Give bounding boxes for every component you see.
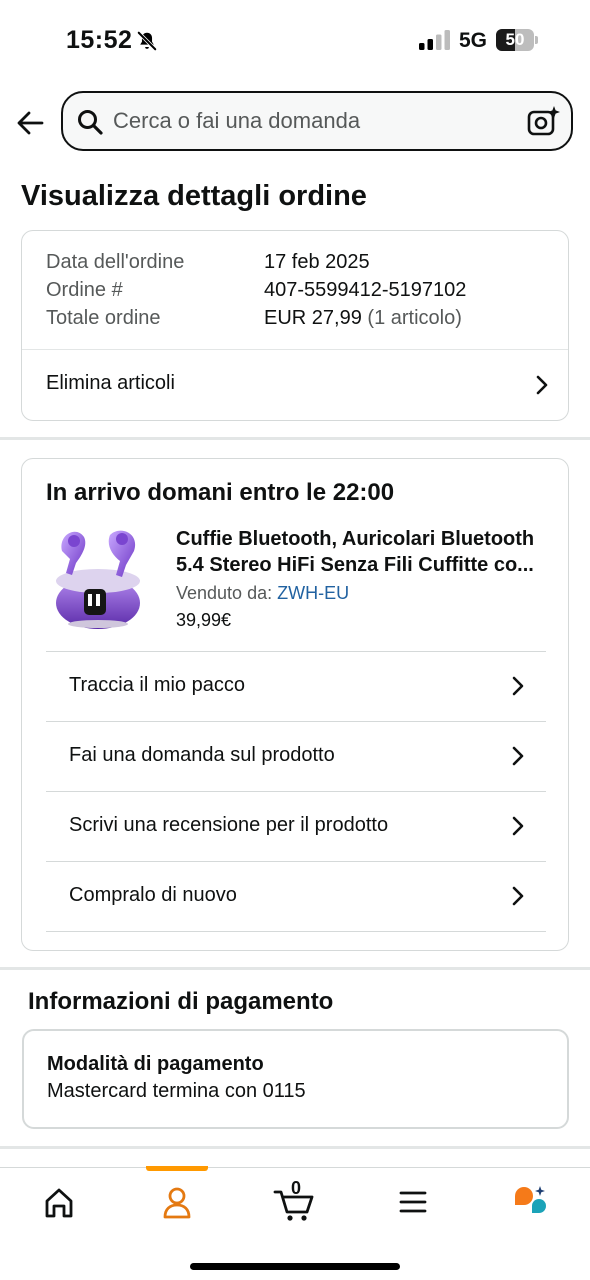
signal-icon [419, 30, 450, 50]
product-title-line-2: 5.4 Stereo HiFi Senza Fili Cuffitte co..… [176, 554, 534, 576]
search-icon [78, 110, 103, 135]
payment-method-card[interactable]: Modalità di pagamento Mastercard termina… [22, 1029, 569, 1129]
track-package-link[interactable]: Traccia il mio pacco [22, 652, 568, 721]
payment-heading: Informazioni di pagamento [28, 988, 334, 1015]
home-indicator [190, 1263, 400, 1270]
bell-slash-icon [137, 31, 157, 51]
battery-level: 50 [505, 30, 525, 49]
buy-again-link[interactable]: Compralo di nuovo [22, 862, 568, 931]
chevron-right-icon [536, 375, 548, 395]
buy-again-label: Compralo di nuovo [69, 884, 237, 906]
cart-count: 0 [290, 1178, 301, 1198]
delete-items-link[interactable]: Elimina articoli [22, 350, 568, 420]
payment-method-value: Mastercard termina con 0115 [47, 1080, 306, 1102]
chevron-right-icon [512, 816, 524, 836]
section-separator [0, 1146, 590, 1149]
ask-question-label: Fai una domanda sul prodotto [69, 744, 335, 766]
order-date-label: Data dell'ordine [46, 251, 185, 273]
cart-button[interactable]: 0 [265, 1178, 325, 1222]
ask-question-link[interactable]: Fai una domanda sul prodotto [22, 722, 568, 791]
shipment-card: In arrivo domani entro le 22:00 Cuffie B… [21, 458, 569, 951]
divider [46, 931, 546, 932]
order-summary-card: Data dell'ordine 17 feb 2025 Ordine # 40… [21, 230, 569, 421]
sold-by-label: Venduto da: [176, 583, 273, 603]
status-time: 15:52 [66, 26, 133, 54]
chevron-right-icon [512, 676, 524, 696]
battery-icon: 50 [496, 29, 538, 51]
payment-method-label: Modalità di pagamento [47, 1053, 264, 1075]
back-arrow-icon[interactable] [14, 106, 48, 140]
order-total-label: Totale ordine [46, 307, 161, 329]
product-title[interactable]: Cuffie Bluetooth, Auricolari Bluetooth 5… [176, 526, 548, 578]
assistant-icon[interactable] [501, 1182, 561, 1222]
network-type: 5G [459, 29, 488, 52]
section-separator [0, 967, 590, 970]
account-icon[interactable] [147, 1182, 207, 1222]
menu-icon[interactable] [383, 1182, 443, 1222]
chevron-right-icon [512, 886, 524, 906]
page-title: Visualizza dettagli ordine [21, 180, 367, 212]
chevron-right-icon [512, 746, 524, 766]
section-separator [0, 437, 590, 440]
order-total: EUR 27,99 (1 articolo) [264, 307, 462, 330]
delete-items-label: Elimina articoli [46, 372, 175, 394]
seller-link[interactable]: ZWH-EU [277, 583, 349, 603]
order-total-items: (1 articolo) [367, 307, 462, 329]
camera-sparkle-icon[interactable] [527, 105, 561, 137]
write-review-link[interactable]: Scrivi una recensione per il prodotto [22, 792, 568, 861]
order-date-value: 17 feb 2025 [264, 251, 370, 273]
search-input[interactable] [113, 93, 513, 149]
order-number-value: 407-5599412-5197102 [264, 279, 467, 301]
search-bar[interactable] [61, 91, 573, 151]
delivery-heading: In arrivo domani entro le 22:00 [46, 479, 395, 506]
active-tab-indicator [146, 1166, 208, 1171]
track-package-label: Traccia il mio pacco [69, 674, 245, 696]
home-icon[interactable] [29, 1182, 89, 1222]
sold-by: Venduto da: ZWH-EU [176, 583, 349, 604]
order-number-label: Ordine # [46, 279, 123, 301]
purple-earbuds-image[interactable] [50, 525, 146, 635]
product-price: 39,99€ [176, 610, 232, 630]
status-bar: 15:52 5G 50 [0, 0, 590, 80]
order-total-value: EUR 27,99 [264, 307, 362, 329]
write-review-label: Scrivi una recensione per il prodotto [69, 814, 389, 836]
product-title-line-1: Cuffie Bluetooth, Auricolari Bluetooth [176, 528, 535, 550]
